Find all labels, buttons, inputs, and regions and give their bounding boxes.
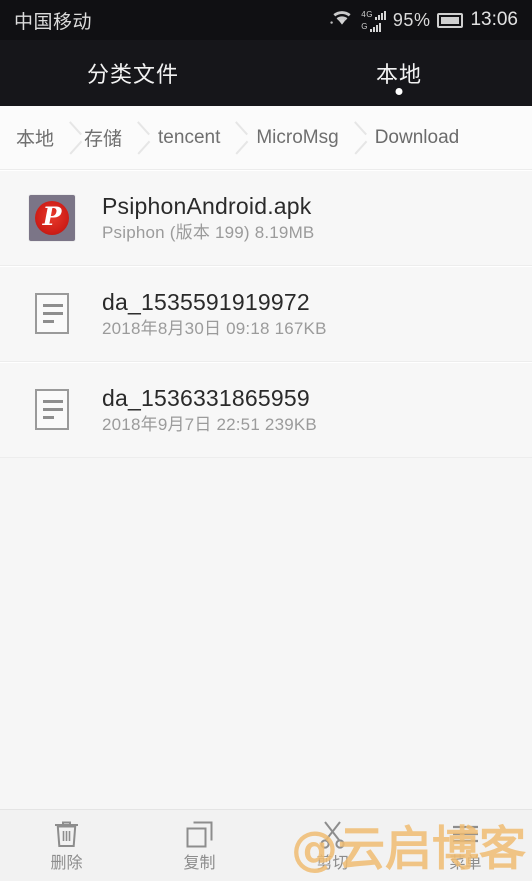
status-bar: 中国移动 4G G 95% 13:06 bbox=[0, 0, 532, 40]
scissors-icon bbox=[319, 819, 346, 849]
network-type-g: G bbox=[361, 21, 368, 31]
menu-button[interactable]: 菜单 bbox=[399, 819, 532, 872]
breadcrumb-item-local[interactable]: 本地 bbox=[0, 106, 69, 169]
phone-screen: 中国移动 4G G 95% 13:06 分类文件 本地 本地 存储 tencen… bbox=[0, 0, 532, 881]
delete-button[interactable]: 删除 bbox=[0, 819, 133, 872]
breadcrumb-label: Download bbox=[374, 126, 460, 148]
breadcrumb-label: tencent bbox=[158, 126, 221, 148]
breadcrumb-label: MicroMsg bbox=[256, 126, 339, 148]
file-list[interactable]: P PsiphonAndroid.apk Psiphon (版本 199) 8.… bbox=[0, 170, 532, 809]
tab-bar: 分类文件 本地 bbox=[0, 40, 532, 106]
status-bar-icons: 4G G 95% 13:06 bbox=[330, 9, 518, 32]
file-name: da_1535591919972 bbox=[102, 288, 310, 315]
carrier-label: 中国移动 bbox=[14, 11, 93, 33]
breadcrumb-item-download[interactable]: Download bbox=[352, 106, 474, 169]
wifi-icon bbox=[330, 9, 354, 32]
clock-label: 13:06 bbox=[470, 9, 518, 30]
chevron-right-icon bbox=[352, 106, 374, 169]
trash-icon bbox=[53, 819, 80, 849]
file-subtitle: 2018年9月7日 22:51 239KB bbox=[102, 414, 317, 434]
apk-icon: P bbox=[28, 194, 76, 242]
cut-label: 剪切 bbox=[316, 855, 349, 872]
menu-label: 菜单 bbox=[449, 855, 482, 872]
cut-button[interactable]: 剪切 bbox=[266, 819, 399, 872]
breadcrumb-item-micromsg[interactable]: MicroMsg bbox=[233, 106, 353, 169]
breadcrumb-label: 存储 bbox=[84, 129, 123, 150]
bottom-toolbar: 删除 复制 剪切 菜单 @云启博客 bbox=[0, 809, 532, 881]
breadcrumb-label: 本地 bbox=[16, 129, 55, 150]
document-icon bbox=[28, 290, 76, 338]
battery-icon bbox=[437, 12, 464, 28]
table-row[interactable]: da_1536331865959 2018年9月7日 22:51 239KB bbox=[0, 362, 532, 458]
chevron-right-icon bbox=[233, 106, 255, 169]
signal-bars-icon: 4G G bbox=[361, 9, 386, 32]
file-meta: da_1536331865959 2018年9月7日 22:51 239KB bbox=[102, 384, 317, 434]
network-type-4g: 4G bbox=[361, 9, 373, 19]
file-meta: PsiphonAndroid.apk Psiphon (版本 199) 8.19… bbox=[102, 192, 315, 242]
breadcrumb: 本地 存储 tencent MicroMsg Download bbox=[0, 106, 532, 170]
chevron-right-icon bbox=[135, 106, 157, 169]
copy-label: 复制 bbox=[183, 855, 216, 872]
tab-local-label: 本地 bbox=[375, 62, 422, 87]
breadcrumb-item-storage[interactable]: 存储 bbox=[68, 106, 137, 169]
document-icon bbox=[28, 386, 76, 434]
tab-category-files[interactable]: 分类文件 bbox=[0, 40, 266, 106]
file-subtitle: 2018年8月30日 09:18 167KB bbox=[102, 318, 327, 338]
tab-local[interactable]: 本地 bbox=[266, 40, 532, 106]
tab-indicator-dot bbox=[395, 88, 403, 95]
file-meta: da_1535591919972 2018年8月30日 09:18 167KB bbox=[102, 288, 327, 338]
table-row[interactable]: da_1535591919972 2018年8月30日 09:18 167KB bbox=[0, 266, 532, 362]
file-name: da_1536331865959 bbox=[102, 384, 310, 411]
copy-icon bbox=[185, 819, 214, 849]
menu-icon bbox=[451, 819, 480, 849]
table-row[interactable]: P PsiphonAndroid.apk Psiphon (版本 199) 8.… bbox=[0, 170, 532, 266]
delete-label: 删除 bbox=[50, 855, 83, 872]
battery-percent-label: 95% bbox=[392, 9, 431, 30]
copy-button[interactable]: 复制 bbox=[133, 819, 266, 872]
file-name: PsiphonAndroid.apk bbox=[102, 192, 312, 219]
file-subtitle: Psiphon (版本 199) 8.19MB bbox=[102, 222, 315, 242]
breadcrumb-item-tencent[interactable]: tencent bbox=[135, 106, 235, 169]
tab-category-files-label: 分类文件 bbox=[86, 62, 179, 87]
